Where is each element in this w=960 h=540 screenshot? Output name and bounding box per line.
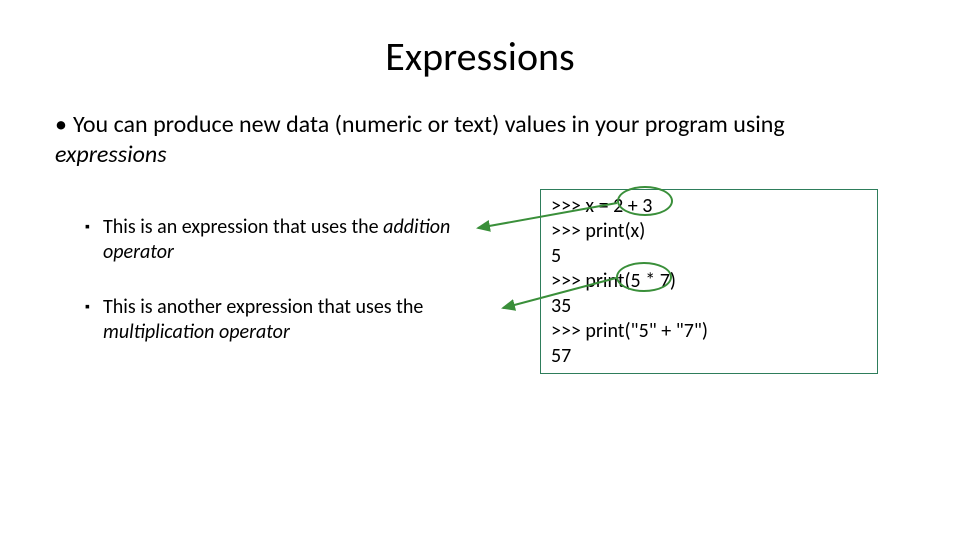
main-bullet-emph: expressions bbox=[55, 140, 167, 169]
main-bullet: •You can produce new data (numeric or te… bbox=[55, 110, 875, 170]
code-line: >>> print(x) bbox=[551, 219, 645, 243]
sub2-pre: This is another expression that uses the bbox=[103, 295, 423, 319]
slide-title: Expressions bbox=[0, 32, 960, 81]
square-bullet-icon: ▪ bbox=[85, 295, 103, 319]
code-box: >>> x = 2 + 3 >>> print(x) 5 >>> print(5… bbox=[540, 189, 878, 374]
code-line: 35 bbox=[551, 294, 571, 318]
code-line: >>> x = 2 + 3 bbox=[551, 194, 652, 218]
slide: Expressions •You can produce new data (n… bbox=[0, 0, 960, 540]
bullet-dot-icon: • bbox=[55, 110, 73, 140]
sub-bullet-text: This is an expression that uses the addi… bbox=[103, 215, 483, 265]
sub-bullet-multiplication: ▪This is another expression that uses th… bbox=[85, 295, 495, 345]
code-line: >>> print("5" + "7") bbox=[551, 319, 708, 343]
sub2-emph: multiplication operator bbox=[103, 320, 290, 344]
code-line: >>> print(5 * 7) bbox=[551, 269, 676, 293]
sub-bullet-addition: ▪This is an expression that uses the add… bbox=[85, 215, 495, 265]
square-bullet-icon: ▪ bbox=[85, 215, 103, 239]
sub-bullet-text: This is another expression that uses the… bbox=[103, 295, 483, 345]
main-bullet-text: You can produce new data (numeric or tex… bbox=[73, 110, 785, 139]
code-line: 57 bbox=[551, 344, 571, 368]
code-line: 5 bbox=[551, 244, 561, 268]
sub1-pre: This is an expression that uses the bbox=[103, 215, 383, 239]
